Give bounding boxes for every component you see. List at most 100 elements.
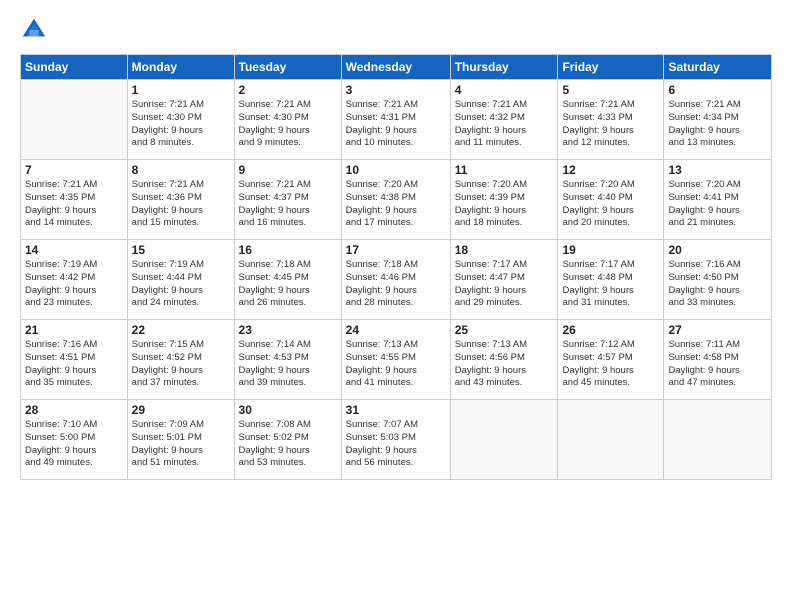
day-cell: 22 Sunrise: 7:15 AM Sunset: 4:52 PM Dayli… (127, 320, 234, 400)
day-number: 21 (25, 323, 123, 337)
day-number: 10 (346, 163, 446, 177)
day-number: 13 (668, 163, 767, 177)
day-number: 23 (239, 323, 337, 337)
day-info: Sunrise: 7:21 AM Sunset: 4:34 PM Dayligh… (668, 99, 767, 150)
day-cell: 15 Sunrise: 7:19 AM Sunset: 4:44 PM Dayli… (127, 240, 234, 320)
day-cell: 9 Sunrise: 7:21 AM Sunset: 4:37 PM Daylig… (234, 160, 341, 240)
week-row-3: 14Sunrise: 7:19 AM Sunset: 4:42 PM Dayli… (21, 240, 772, 320)
week-row-1: 1Sunrise: 7:21 AM Sunset: 4:30 PM Daylig… (21, 80, 772, 160)
day-cell (450, 400, 558, 480)
day-cell: 1Sunrise: 7:21 AM Sunset: 4:30 PM Daylig… (127, 80, 234, 160)
day-cell: 25 Sunrise: 7:13 AM Sunset: 4:56 PM Dayli… (450, 320, 558, 400)
day-cell: 26 Sunrise: 7:12 AM Sunset: 4:57 PM Dayli… (558, 320, 664, 400)
day-info: Sunrise: 7:19 AM Sunset: 4:44 PM Dayligh… (132, 259, 230, 310)
day-cell: 7 Sunrise: 7:21 AM Sunset: 4:35 PM Daylig… (21, 160, 128, 240)
day-info: Sunrise: 7:07 AM Sunset: 5:03 PM Dayligh… (346, 419, 446, 470)
day-cell: 30 Sunrise: 7:08 AM Sunset: 5:02 PM Dayli… (234, 400, 341, 480)
day-info: Sunrise: 7:11 AM Sunset: 4:58 PM Dayligh… (668, 339, 767, 390)
day-cell: 13Sunrise: 7:20 AM Sunset: 4:41 PM Dayli… (664, 160, 772, 240)
day-cell: 11 Sunrise: 7:20 AM Sunset: 4:39 PM Dayli… (450, 160, 558, 240)
day-number: 22 (132, 323, 230, 337)
day-number: 14 (25, 243, 123, 257)
calendar: SundayMondayTuesdayWednesdayThursdayFrid… (20, 54, 772, 480)
day-number: 31 (346, 403, 446, 417)
day-number: 18 (455, 243, 554, 257)
day-number: 26 (562, 323, 659, 337)
day-cell: 20 Sunrise: 7:16 AM Sunset: 4:50 PM Dayli… (664, 240, 772, 320)
day-info: Sunrise: 7:08 AM Sunset: 5:02 PM Dayligh… (239, 419, 337, 470)
day-info: Sunrise: 7:17 AM Sunset: 4:48 PM Dayligh… (562, 259, 659, 310)
day-info: Sunrise: 7:09 AM Sunset: 5:01 PM Dayligh… (132, 419, 230, 470)
day-number: 28 (25, 403, 123, 417)
day-info: Sunrise: 7:16 AM Sunset: 4:50 PM Dayligh… (668, 259, 767, 310)
day-info: Sunrise: 7:20 AM Sunset: 4:38 PM Dayligh… (346, 179, 446, 230)
day-cell: 28 Sunrise: 7:10 AM Sunset: 5:00 PM Dayli… (21, 400, 128, 480)
day-cell: 31 Sunrise: 7:07 AM Sunset: 5:03 PM Dayli… (341, 400, 450, 480)
day-header-saturday: Saturday (664, 55, 772, 80)
day-header-wednesday: Wednesday (341, 55, 450, 80)
day-cell: 12Sunrise: 7:20 AM Sunset: 4:40 PM Dayli… (558, 160, 664, 240)
day-number: 11 (455, 163, 554, 177)
day-info: Sunrise: 7:18 AM Sunset: 4:46 PM Dayligh… (346, 259, 446, 310)
week-row-5: 28 Sunrise: 7:10 AM Sunset: 5:00 PM Dayli… (21, 400, 772, 480)
day-info: Sunrise: 7:17 AM Sunset: 4:47 PM Dayligh… (455, 259, 554, 310)
day-info: Sunrise: 7:21 AM Sunset: 4:36 PM Dayligh… (132, 179, 230, 230)
day-info: Sunrise: 7:16 AM Sunset: 4:51 PM Dayligh… (25, 339, 123, 390)
day-header-tuesday: Tuesday (234, 55, 341, 80)
day-number: 16 (239, 243, 337, 257)
day-cell: 17Sunrise: 7:18 AM Sunset: 4:46 PM Dayli… (341, 240, 450, 320)
day-cell: 27 Sunrise: 7:11 AM Sunset: 4:58 PM Dayli… (664, 320, 772, 400)
day-info: Sunrise: 7:13 AM Sunset: 4:56 PM Dayligh… (455, 339, 554, 390)
day-number: 9 (239, 163, 337, 177)
day-info: Sunrise: 7:21 AM Sunset: 4:35 PM Dayligh… (25, 179, 123, 230)
day-header-thursday: Thursday (450, 55, 558, 80)
day-header-monday: Monday (127, 55, 234, 80)
day-header-friday: Friday (558, 55, 664, 80)
day-cell (21, 80, 128, 160)
header-row: SundayMondayTuesdayWednesdayThursdayFrid… (21, 55, 772, 80)
day-number: 6 (668, 83, 767, 97)
day-info: Sunrise: 7:15 AM Sunset: 4:52 PM Dayligh… (132, 339, 230, 390)
day-cell: 8 Sunrise: 7:21 AM Sunset: 4:36 PM Daylig… (127, 160, 234, 240)
day-cell: 19 Sunrise: 7:17 AM Sunset: 4:48 PM Dayli… (558, 240, 664, 320)
day-cell: 3 Sunrise: 7:21 AM Sunset: 4:31 PM Daylig… (341, 80, 450, 160)
day-cell: 4Sunrise: 7:21 AM Sunset: 4:32 PM Daylig… (450, 80, 558, 160)
day-info: Sunrise: 7:20 AM Sunset: 4:39 PM Dayligh… (455, 179, 554, 230)
day-number: 8 (132, 163, 230, 177)
day-number: 2 (239, 83, 337, 97)
day-number: 3 (346, 83, 446, 97)
day-info: Sunrise: 7:21 AM Sunset: 4:30 PM Dayligh… (239, 99, 337, 150)
day-number: 7 (25, 163, 123, 177)
day-number: 5 (562, 83, 659, 97)
logo-icon (20, 16, 48, 44)
day-info: Sunrise: 7:14 AM Sunset: 4:53 PM Dayligh… (239, 339, 337, 390)
day-cell: 24Sunrise: 7:13 AM Sunset: 4:55 PM Dayli… (341, 320, 450, 400)
day-cell: 21 Sunrise: 7:16 AM Sunset: 4:51 PM Dayli… (21, 320, 128, 400)
day-info: Sunrise: 7:10 AM Sunset: 5:00 PM Dayligh… (25, 419, 123, 470)
day-number: 19 (562, 243, 659, 257)
day-info: Sunrise: 7:21 AM Sunset: 4:30 PM Dayligh… (132, 99, 230, 150)
day-cell: 2 Sunrise: 7:21 AM Sunset: 4:30 PM Daylig… (234, 80, 341, 160)
day-cell: 16Sunrise: 7:18 AM Sunset: 4:45 PM Dayli… (234, 240, 341, 320)
day-number: 27 (668, 323, 767, 337)
day-cell: 10 Sunrise: 7:20 AM Sunset: 4:38 PM Dayli… (341, 160, 450, 240)
day-cell: 6 Sunrise: 7:21 AM Sunset: 4:34 PM Daylig… (664, 80, 772, 160)
day-info: Sunrise: 7:21 AM Sunset: 4:32 PM Dayligh… (455, 99, 554, 150)
day-number: 24 (346, 323, 446, 337)
day-number: 15 (132, 243, 230, 257)
day-number: 20 (668, 243, 767, 257)
day-cell: 29 Sunrise: 7:09 AM Sunset: 5:01 PM Dayli… (127, 400, 234, 480)
day-number: 29 (132, 403, 230, 417)
logo (20, 16, 50, 44)
day-cell (664, 400, 772, 480)
day-number: 25 (455, 323, 554, 337)
day-cell: 5Sunrise: 7:21 AM Sunset: 4:33 PM Daylig… (558, 80, 664, 160)
day-info: Sunrise: 7:21 AM Sunset: 4:31 PM Dayligh… (346, 99, 446, 150)
day-number: 30 (239, 403, 337, 417)
week-row-4: 21 Sunrise: 7:16 AM Sunset: 4:51 PM Dayli… (21, 320, 772, 400)
day-info: Sunrise: 7:20 AM Sunset: 4:40 PM Dayligh… (562, 179, 659, 230)
day-info: Sunrise: 7:12 AM Sunset: 4:57 PM Dayligh… (562, 339, 659, 390)
day-header-sunday: Sunday (21, 55, 128, 80)
day-cell (558, 400, 664, 480)
day-info: Sunrise: 7:21 AM Sunset: 4:37 PM Dayligh… (239, 179, 337, 230)
